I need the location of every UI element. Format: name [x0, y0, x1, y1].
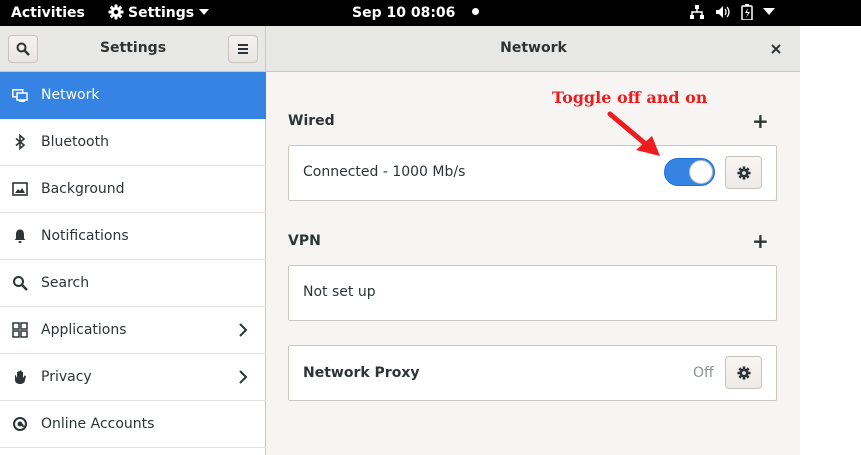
add-vpn-button[interactable]: +: [752, 231, 769, 251]
sidebar-item-label: Network: [41, 87, 100, 103]
system-tray[interactable]: [689, 0, 775, 26]
notification-dot-icon: [472, 8, 480, 15]
vpn-row: Not set up: [288, 265, 777, 321]
network-proxy-label: Network Proxy: [303, 365, 420, 381]
vpn-section-title: VPN: [288, 233, 321, 249]
sidebar-item-label: Search: [41, 275, 90, 291]
wired-toggle-switch[interactable]: [664, 158, 715, 186]
search-button[interactable]: [8, 35, 38, 63]
network-proxy-row[interactable]: Network Proxy Off: [288, 345, 777, 401]
battery-icon: [741, 4, 753, 21]
volume-icon: [716, 6, 730, 18]
bluetooth-icon: [15, 134, 26, 150]
wired-settings-button[interactable]: [725, 156, 762, 189]
vpn-status-label: Not set up: [303, 284, 376, 300]
add-wired-button[interactable]: +: [752, 111, 769, 131]
sidebar-item-label: Applications: [41, 322, 127, 338]
search-icon: [13, 276, 28, 291]
sidebar-item-privacy[interactable]: Privacy: [0, 354, 266, 401]
gear-icon: [736, 165, 751, 180]
sidebar-item-network[interactable]: Network: [0, 72, 266, 119]
page-title: Network: [500, 40, 567, 56]
sidebar-item-applications[interactable]: Applications: [0, 307, 266, 354]
plus-icon: +: [752, 229, 769, 253]
background-icon: [12, 182, 28, 196]
close-icon: [771, 44, 781, 54]
hamburger-menu-icon: [238, 44, 248, 54]
network-icon: [12, 89, 28, 102]
chevron-down-icon: [199, 9, 210, 15]
sidebar-item-background[interactable]: Background: [0, 166, 266, 213]
sidebar-item-notifications[interactable]: Notifications: [0, 213, 266, 260]
app-menu-button[interactable]: Settings: [108, 0, 210, 26]
gear-icon: [108, 4, 124, 20]
sidebar-header: Settings: [0, 26, 266, 71]
primary-menu-button[interactable]: [228, 35, 258, 63]
sidebar: Network Bluetooth Background Notificatio…: [0, 72, 266, 455]
chevron-right-icon: [239, 370, 248, 384]
hand-icon: [15, 370, 26, 384]
desktop-background: [800, 26, 861, 455]
sidebar-item-online-accounts[interactable]: Online Accounts: [0, 401, 266, 448]
network-icon: [690, 5, 704, 19]
sidebar-item-label: Privacy: [41, 369, 92, 385]
wired-section-title: Wired: [288, 113, 335, 129]
close-button[interactable]: [762, 35, 790, 63]
proxy-settings-button[interactable]: [725, 356, 762, 389]
gear-icon: [736, 365, 751, 380]
sidebar-title: Settings: [99, 40, 167, 56]
activities-button[interactable]: Activities: [11, 0, 85, 26]
top-bar: Activities Settings Sep 10 08:06: [0, 0, 861, 26]
annotation-arrow-icon: [607, 111, 660, 156]
bell-icon: [14, 229, 26, 243]
search-icon: [16, 42, 30, 56]
sidebar-item-label: Background: [41, 181, 125, 197]
annotation-label: Toggle off and on: [552, 88, 708, 107]
header-bar: Settings Network: [0, 26, 800, 72]
apps-grid-icon: [12, 322, 28, 338]
sidebar-item-search[interactable]: Search: [0, 260, 266, 307]
app-menu-label: Settings: [128, 5, 195, 21]
sidebar-item-bluetooth[interactable]: Bluetooth: [0, 119, 266, 166]
online-accounts-icon: [13, 417, 27, 431]
sidebar-item-label: Notifications: [41, 228, 129, 244]
system-menu-caret-icon: [763, 8, 775, 15]
wired-status-label: Connected - 1000 Mb/s: [303, 164, 466, 180]
chevron-right-icon: [239, 323, 248, 337]
wired-connection-row: Connected - 1000 Mb/s: [288, 145, 777, 201]
sidebar-item-label: Online Accounts: [41, 416, 155, 432]
switch-knob: [689, 160, 713, 184]
network-proxy-value: Off: [693, 365, 714, 381]
plus-icon: +: [752, 109, 769, 133]
clock-label: Sep 10 08:06: [352, 5, 456, 21]
sidebar-item-label: Bluetooth: [41, 134, 109, 150]
clock[interactable]: Sep 10 08:06: [352, 0, 480, 26]
